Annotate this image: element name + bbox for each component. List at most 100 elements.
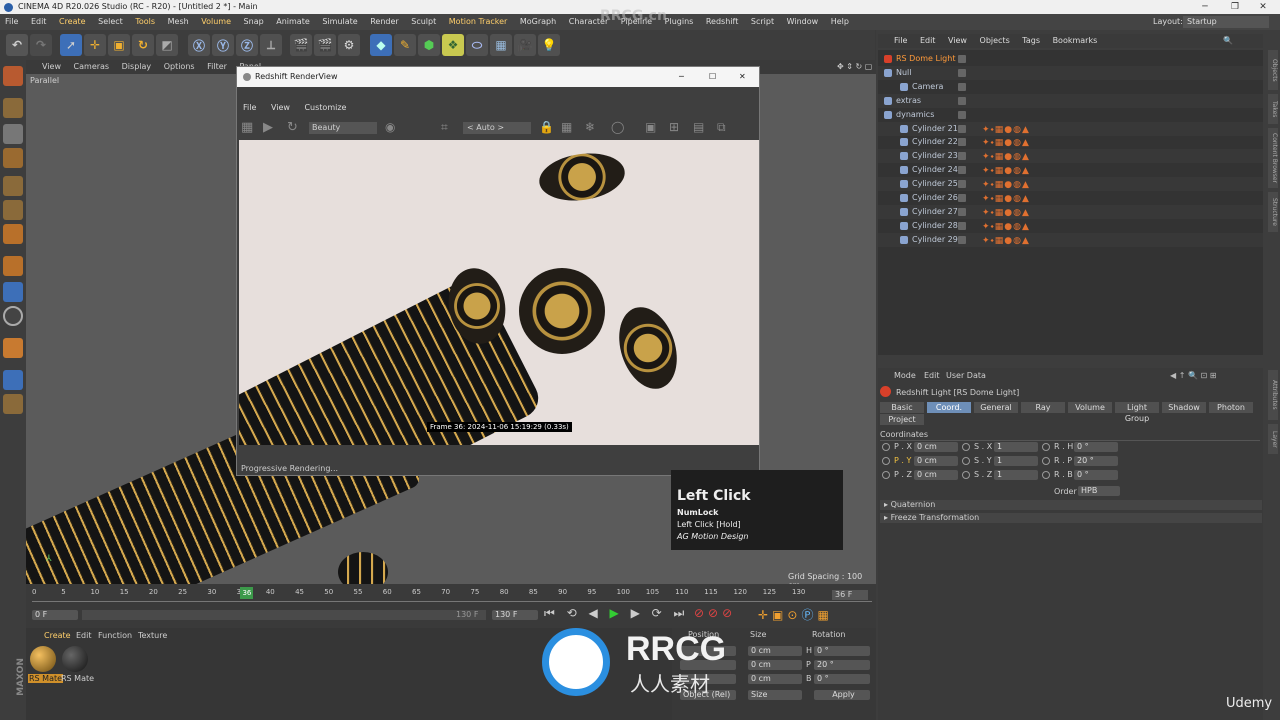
current-frame-marker[interactable]: 36 (240, 587, 254, 599)
animate-toggle-icon[interactable] (1042, 457, 1050, 465)
animate-toggle-icon[interactable] (882, 457, 890, 465)
position-field[interactable]: 0 cm (914, 442, 958, 452)
object-row[interactable]: Cylinder 26 ✦⬩▦●◍▲ (878, 191, 1263, 205)
menu-simulate[interactable]: Simulate (322, 14, 357, 30)
render-image[interactable]: Frame 36: 2024-11-06 15:19:29 (0.33s) (239, 140, 759, 445)
record-icons[interactable]: ⊘⊘⊘ (694, 606, 736, 620)
object-row[interactable]: Cylinder 24 ✦⬩▦●◍▲ (878, 163, 1263, 177)
tab-content-browser-vertical[interactable]: Content Browser (1268, 128, 1278, 188)
tab-ray[interactable]: Ray (1021, 402, 1065, 413)
move-tool-icon[interactable]: ✛ (84, 34, 106, 56)
render-settings-icon[interactable]: ⚙ (338, 34, 360, 56)
tab-coord[interactable]: Coord. (927, 402, 971, 413)
material-swatch-1[interactable] (30, 646, 56, 672)
timeline-ruler[interactable]: 0510152025303540455055606570758085909510… (32, 586, 872, 602)
visibility-toggle-icon[interactable] (958, 68, 966, 77)
coordinate-system-icon[interactable]: ⟂ (260, 34, 282, 56)
cube-icon[interactable]: ◆ (370, 34, 392, 56)
animate-toggle-icon[interactable] (962, 457, 970, 465)
object-row[interactable]: dynamics (878, 108, 1263, 122)
object-tags[interactable]: ✦⬩▦●◍▲ (982, 123, 1030, 137)
objects-menu-bookmarks[interactable]: Bookmarks (1053, 34, 1098, 48)
subdivision-icon[interactable]: ⬢ (418, 34, 440, 56)
tweak-icon[interactable] (3, 282, 23, 302)
end-frame-field[interactable]: 130 F (492, 610, 538, 620)
material-swatch-2[interactable] (62, 646, 88, 672)
object-row[interactable]: Cylinder 27 ✦⬩▦●◍▲ (878, 204, 1263, 220)
redo-icon[interactable]: ↷ (30, 34, 52, 56)
select-tool-icon[interactable]: ➚ (60, 34, 82, 56)
pen-icon[interactable]: ✎ (394, 34, 416, 56)
lock-icon[interactable]: 🔒 (539, 120, 554, 134)
attributes-nav-icons[interactable]: ◀ ↑ 🔍 ⊡ ⊞ (1170, 370, 1216, 382)
menu-volume[interactable]: Volume (201, 14, 231, 30)
tab-attributes-vertical[interactable]: Attributes (1268, 370, 1278, 420)
renderview-menu-file[interactable]: File (243, 101, 256, 115)
animate-toggle-icon[interactable] (962, 471, 970, 479)
object-tags[interactable]: ✦⬩▦●◍▲ (982, 206, 1030, 220)
materials-menu-texture[interactable]: Texture (138, 631, 167, 640)
recent-tool-icon[interactable]: ◩ (156, 34, 178, 56)
render-picture-viewer-icon[interactable]: 🎬 (314, 34, 336, 56)
object-tags[interactable]: ✦⬩▦●◍▲ (982, 178, 1030, 192)
scale-field[interactable]: 1 (994, 456, 1038, 466)
visibility-toggle-icon[interactable] (958, 96, 966, 105)
rotation-field[interactable]: 0 ° (814, 674, 870, 684)
snap-icon[interactable] (3, 306, 23, 326)
visibility-toggle-icon[interactable] (958, 55, 966, 63)
menu-help[interactable]: Help (831, 14, 849, 30)
grid-icon[interactable] (3, 394, 23, 414)
position-field[interactable]: 0 cm (914, 456, 958, 466)
cloner-icon[interactable]: ❖ (442, 34, 464, 56)
menu-render[interactable]: Render (370, 14, 398, 30)
rotation-field[interactable]: 0 ° (1074, 470, 1118, 480)
renderview-menu-customize[interactable]: Customize (304, 101, 346, 115)
tab-general[interactable]: General (974, 402, 1018, 413)
quaternion-group[interactable]: ▸ Quaternion (880, 500, 1262, 510)
render-start-icon[interactable]: ▶ (263, 120, 273, 135)
save-image-icon[interactable]: ▣ (645, 120, 656, 134)
deformer-icon[interactable]: ⬭ (466, 34, 488, 56)
tab-structure-vertical[interactable]: Structure (1268, 192, 1278, 232)
menu-mesh[interactable]: Mesh (168, 14, 189, 30)
coords-apply-button[interactable]: Apply (814, 690, 870, 700)
visibility-toggle-icon[interactable] (958, 110, 966, 119)
renderview-maximize-button[interactable]: ☐ (709, 67, 716, 87)
visibility-toggle-icon[interactable] (958, 166, 966, 175)
crop-icon[interactable]: ⌗ (441, 120, 448, 135)
model-mode-icon[interactable] (3, 98, 23, 118)
tab-takes-vertical[interactable]: Takes (1268, 94, 1278, 124)
render-view-icon[interactable]: 🎬 (290, 34, 312, 56)
object-row[interactable]: Camera (878, 80, 1263, 94)
menu-sculpt[interactable]: Sculpt (411, 14, 436, 30)
tab-light-group[interactable]: Light Group (1115, 402, 1159, 423)
copy-icon[interactable]: ⧉ (717, 120, 726, 135)
object-tags[interactable]: ✦⬩▦●◍▲ (982, 234, 1030, 248)
objects-search-icon[interactable]: 🔍 (1223, 34, 1233, 48)
objects-menu-tags[interactable]: Tags (1022, 34, 1040, 48)
menu-mograph[interactable]: MoGraph (520, 14, 556, 30)
materials-menu-create[interactable]: Create (44, 631, 71, 640)
menu-file[interactable]: File (5, 14, 18, 30)
visibility-toggle-icon[interactable] (958, 124, 966, 133)
viewport-menu-view[interactable]: View (42, 60, 61, 74)
current-frame-field[interactable]: 36 F (832, 590, 868, 600)
coords-size-mode-select[interactable]: Size (748, 690, 802, 700)
workplane-icon[interactable] (3, 148, 23, 168)
attributes-menu-user-data[interactable]: User Data (946, 370, 986, 382)
tab-basic[interactable]: Basic (880, 402, 924, 413)
visibility-toggle-icon[interactable] (958, 221, 966, 230)
viewport-menu-filter[interactable]: Filter (207, 60, 227, 74)
objects-menu-edit[interactable]: Edit (920, 34, 936, 48)
object-tags[interactable]: ✦⬩▦●◍▲ (982, 164, 1030, 178)
material-name-1[interactable]: RS Mate (28, 674, 64, 683)
size-field[interactable]: 0 cm (748, 646, 802, 656)
frame-range-slider[interactable] (82, 610, 486, 620)
points-mode-icon[interactable] (3, 176, 23, 196)
object-row[interactable]: Cylinder 23 ✦⬩▦●◍▲ (878, 149, 1263, 164)
visibility-toggle-icon[interactable] (958, 82, 966, 91)
menu-snap[interactable]: Snap (244, 14, 264, 30)
object-row[interactable]: Null (878, 65, 1263, 80)
lock-workplane-icon[interactable] (3, 370, 23, 390)
animate-toggle-icon[interactable] (1042, 471, 1050, 479)
